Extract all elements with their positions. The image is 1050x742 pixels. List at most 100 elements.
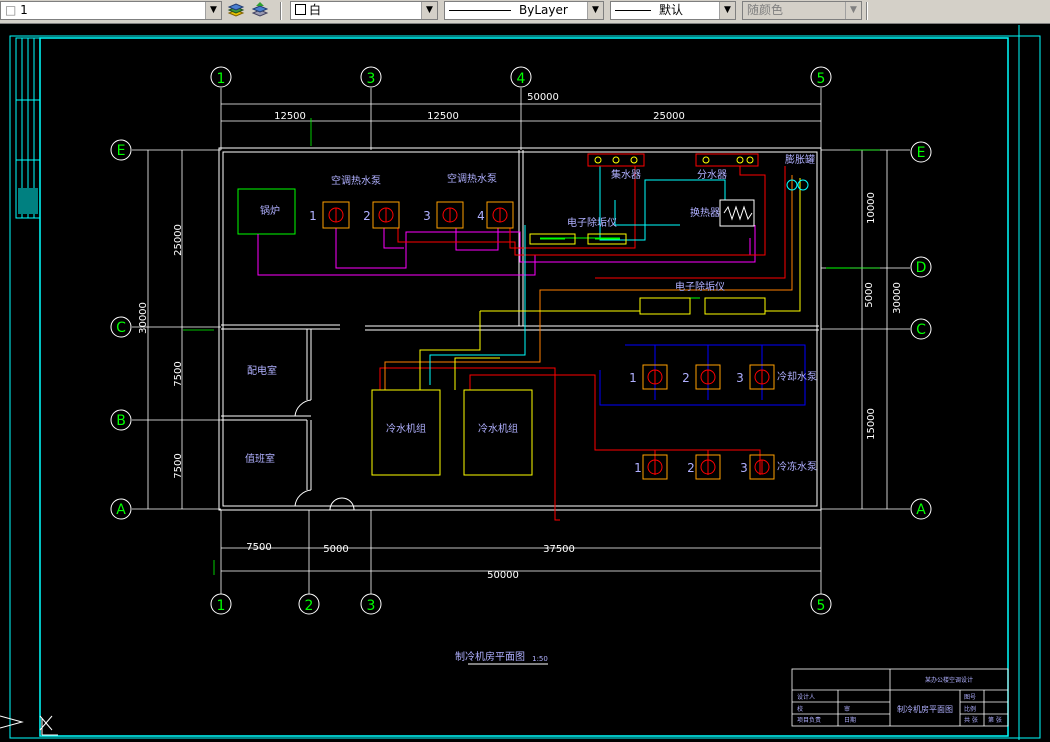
pipework <box>257 166 850 521</box>
dim-top-2: 12500 <box>427 111 459 122</box>
expansion-tank-label: 膨胀罐 <box>785 153 815 166</box>
grid-label-bottom-5: 5 <box>817 598 826 614</box>
title-block-total-sheets: 共 张 <box>964 716 978 724</box>
heat-exchanger <box>719 199 755 227</box>
title-block-ratio: 比例 <box>964 705 976 713</box>
grid-label-left-E: E <box>117 143 126 159</box>
chillers: 冷水机组 冷水机组 <box>371 389 533 476</box>
title-block-drawing-name: 制冷机房平面图 <box>897 704 953 714</box>
dim-right-total: 30000 <box>892 282 903 314</box>
dim-right-mid: 5000 <box>864 282 875 307</box>
chevron-down-icon[interactable]: ▼ <box>421 2 437 19</box>
chevron-down-icon[interactable]: ▼ <box>587 2 603 19</box>
cooling-pump-num-2: 2 <box>682 371 690 385</box>
color-value: 白 <box>309 3 322 17</box>
grid-label-bottom-3: 3 <box>367 598 376 614</box>
grid-label-bottom-1: 1 <box>217 598 226 614</box>
line-sample-icon <box>615 10 651 11</box>
duty-room-label: 值班室 <box>245 452 275 465</box>
toolbar-separator <box>280 2 282 20</box>
color-swatch-icon <box>295 4 306 15</box>
grid-label-bottom-2: 2 <box>305 598 314 614</box>
chiller-1-label: 冷水机组 <box>386 422 426 435</box>
dim-bottom-total: 50000 <box>487 570 519 581</box>
chevron-down-icon: ▼ <box>845 2 861 19</box>
title-block-reviewer: 审 <box>844 705 850 713</box>
chilled-pump-label: 冷冻水泵 <box>777 460 817 473</box>
lineweight-value: 默认 <box>659 3 684 17</box>
boiler-label: 锅炉 <box>260 205 280 217</box>
cooling-pump-label: 冷却水泵 <box>777 370 817 383</box>
drawing-title: 制冷机房平面图 <box>455 650 525 663</box>
dim-bottom-1: 7500 <box>246 542 271 553</box>
expansion-tank <box>786 179 809 191</box>
chilled-pump-num-1: 1 <box>634 461 642 475</box>
dim-bottom-2: 5000 <box>323 544 348 555</box>
cooling-pump-num-3: 3 <box>736 371 744 385</box>
drawing-canvas[interactable]: 1 3 4 5 1 2 3 5 E C B A E D C A 50000 12… <box>0 23 1050 742</box>
descaler-1 <box>529 233 627 245</box>
title-block-date: 日期 <box>844 716 856 724</box>
dim-left-total: 30000 <box>138 302 149 334</box>
grid-label-left-C: C <box>116 320 126 336</box>
water-collector-label: 集水器 <box>611 168 641 181</box>
binding-strip <box>15 37 41 219</box>
dim-left-low: 7500 <box>173 453 184 478</box>
drawing-frame <box>39 37 1009 737</box>
dim-top-3: 25000 <box>653 111 685 122</box>
color-dropdown[interactable]: 白 ▼ <box>290 1 438 20</box>
ac-hot-water-pumps: 1 2 3 4 空调热水泵 空调热水泵 <box>309 172 514 229</box>
properties-toolbar: □ 1 ▼ 白 ▼ ByLayer ▼ 默认 ▼ 随颜色 ▼ <box>0 0 1050 24</box>
power-room-label: 配电室 <box>247 364 277 377</box>
title-block-checker: 校 <box>797 705 803 713</box>
linetype-dropdown[interactable]: ByLayer ▼ <box>444 1 604 20</box>
layer-value: 1 <box>20 3 28 17</box>
chilled-water-pumps: 1 2 3 冷冻水泵 <box>634 454 817 480</box>
layer-states-icon[interactable] <box>226 1 246 20</box>
ac-pump-num-3: 3 <box>423 209 431 223</box>
water-collector <box>587 153 645 167</box>
layer-dropdown[interactable]: □ 1 ▼ <box>0 1 222 20</box>
ac-pump-label-2: 空调热水泵 <box>447 172 497 185</box>
grid-label-right-A: A <box>916 502 926 518</box>
ac-pump-num-1: 1 <box>309 209 317 223</box>
sheet-border <box>9 35 1041 739</box>
water-distributor-label: 分水器 <box>697 169 727 181</box>
dim-right-low: 15000 <box>866 408 877 440</box>
plotstyle-value: 随颜色 <box>747 3 784 17</box>
grid-label-top-3: 3 <box>367 71 376 87</box>
title-block-drawing-no: 图号 <box>964 694 976 701</box>
water-distributor <box>695 153 759 167</box>
cooling-water-pumps: 1 2 3 冷却水泵 <box>629 364 817 390</box>
chiller-2-label: 冷水机组 <box>478 422 518 435</box>
title-block-leader: 项目负责 <box>797 716 821 724</box>
dim-right-top: 10000 <box>866 192 877 224</box>
ac-pump-label-1: 空调热水泵 <box>331 174 381 187</box>
chevron-down-icon[interactable]: ▼ <box>719 2 735 19</box>
line-sample-icon <box>449 10 511 11</box>
dim-left-mid: 7500 <box>173 361 184 386</box>
dim-top-1: 12500 <box>274 111 306 122</box>
grid-label-left-B: B <box>116 413 126 429</box>
ac-pump-num-4: 4 <box>477 209 485 223</box>
title-block-designer: 设计人 <box>797 693 815 701</box>
descaler-2 <box>639 297 766 315</box>
layer-previous-icon[interactable] <box>250 1 270 20</box>
drawing-scale: 1:50 <box>532 655 548 663</box>
grid-label-top-1: 1 <box>217 71 226 87</box>
building-walls <box>218 147 822 511</box>
dim-bottom-3: 37500 <box>543 544 575 555</box>
grid-label-right-E: E <box>917 145 926 161</box>
cooling-pump-num-1: 1 <box>629 371 637 385</box>
ucs-icon <box>0 715 58 736</box>
chevron-down-icon[interactable]: ▼ <box>205 2 221 19</box>
descaler-2-label: 电子除垢仪 <box>675 280 725 293</box>
chilled-pump-num-2: 2 <box>687 461 695 475</box>
title-block-project: 某办公楼空调设计 <box>925 676 973 684</box>
dimension-lines <box>147 103 888 575</box>
plotstyle-dropdown: 随颜色 ▼ <box>742 1 862 20</box>
lineweight-dropdown[interactable]: 默认 ▼ <box>610 1 736 20</box>
heat-exchanger-label: 换热器 <box>690 206 720 219</box>
dim-left-top: 25000 <box>173 224 184 256</box>
toolbar-separator <box>866 2 868 20</box>
